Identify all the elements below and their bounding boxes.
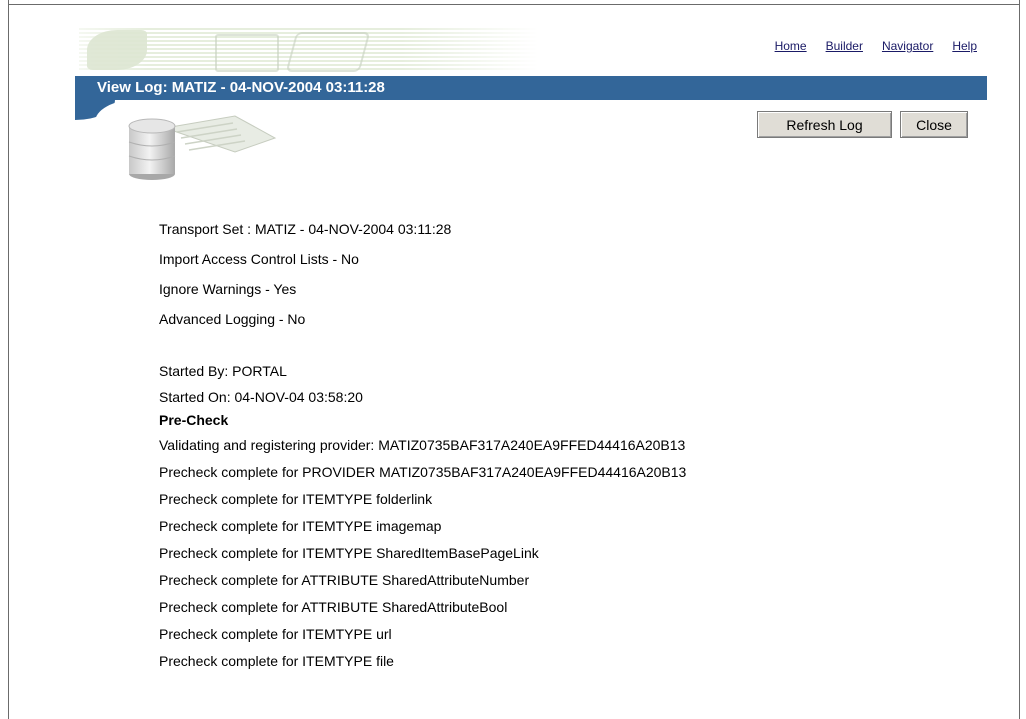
log-entry: Precheck complete for ITEMTYPE folderlin… — [159, 491, 433, 507]
log-entry: Precheck complete for PROVIDER MATIZ0735… — [159, 464, 687, 480]
log-content: Transport Set : MATIZ - 04-NOV-2004 03:1… — [159, 214, 686, 675]
setting-ignore-warnings: Ignore Warnings - Yes — [159, 281, 297, 297]
close-button[interactable]: Close — [900, 111, 968, 138]
database-icon — [128, 115, 277, 180]
builder-link[interactable]: Builder — [826, 39, 863, 53]
banner-mark-2 — [285, 32, 371, 72]
log-entry: Precheck complete for ATTRIBUTE SharedAt… — [159, 599, 508, 615]
log-entry: Precheck complete for ITEMTYPE file — [159, 653, 394, 669]
log-entry: Precheck complete for ITEMTYPE url — [159, 626, 392, 642]
setting-advanced-logging: Advanced Logging - No — [159, 311, 306, 327]
global-nav: Home Builder Navigator Help — [775, 39, 977, 53]
started-on: Started On: 04-NOV-04 03:58:20 — [159, 389, 363, 405]
setting-import-acl: Import Access Control Lists - No — [159, 251, 359, 267]
home-link[interactable]: Home — [775, 39, 807, 53]
log-entry: Validating and registering provider: MAT… — [159, 437, 686, 453]
banner-mark — [215, 34, 279, 72]
log-entry: Precheck complete for ITEMTYPE SharedIte… — [159, 545, 539, 561]
navigator-link[interactable]: Navigator — [882, 39, 933, 53]
log-toolbar: Refresh Log Close — [757, 111, 968, 138]
started-by: Started By: PORTAL — [159, 363, 287, 379]
section-title: Pre-Check — [159, 412, 229, 428]
help-link[interactable]: Help — [952, 39, 977, 53]
refresh-log-button[interactable]: Refresh Log — [757, 111, 892, 138]
banner-swoosh — [87, 30, 147, 70]
log-entry: Precheck complete for ATTRIBUTE SharedAt… — [159, 572, 530, 588]
page-title: View Log: MATIZ - 04-NOV-2004 03:11:28 — [97, 79, 385, 96]
page-frame: Home Builder Navigator Help View Log: MA… — [8, 0, 1020, 719]
log-spacer — [159, 334, 686, 356]
log-entry: Precheck complete for ITEMTYPE imagemap — [159, 518, 442, 534]
setting-transport-set: Transport Set : MATIZ - 04-NOV-2004 03:1… — [159, 221, 452, 237]
portal-banner-logo — [79, 28, 539, 72]
